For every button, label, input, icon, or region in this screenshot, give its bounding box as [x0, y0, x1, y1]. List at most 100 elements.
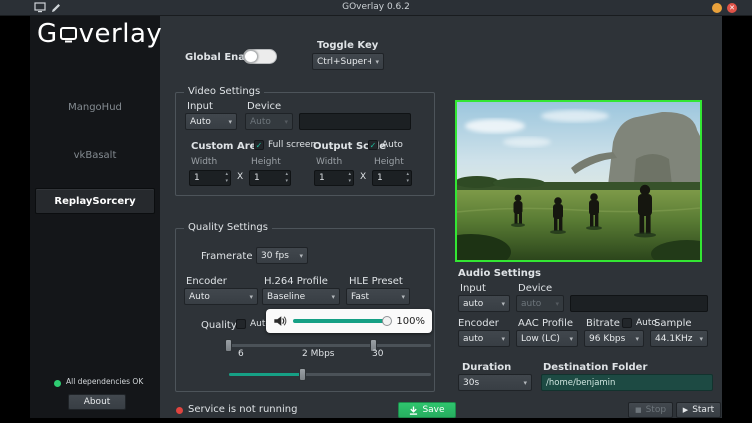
checkbox-check-icon: ✓	[254, 140, 264, 150]
stop-button[interactable]: ■ Stop	[628, 402, 673, 418]
sample-select[interactable]: 44.1KHz ▾	[650, 330, 708, 347]
audio-settings-title: Audio Settings	[458, 268, 541, 279]
window-title: GOverlay 0.6.2	[0, 2, 752, 12]
sidebar: G verlay MangoHud vkBasalt ReplaySorcery…	[30, 16, 160, 418]
preview-image	[455, 100, 702, 262]
app-logo: G verlay	[37, 19, 162, 49]
custom-height-label: Height	[251, 157, 281, 167]
chevron-down-icon: ▾	[397, 293, 405, 301]
slider-current-value: 2 Mbps	[302, 349, 334, 359]
spinner-arrows-icon[interactable]: ▴▾	[406, 171, 409, 185]
volume-popup: 100%	[266, 309, 432, 333]
chevron-down-icon: ▾	[295, 252, 303, 260]
framerate-select[interactable]: 30 fps ▾	[256, 247, 308, 264]
save-icon	[409, 406, 418, 415]
volume-slider-handle[interactable]	[382, 316, 392, 326]
chevron-down-icon: ▾	[327, 293, 335, 301]
chevron-down-icon: ▾	[519, 379, 527, 387]
audio-device-label: Device	[518, 283, 552, 294]
destination-folder-label: Destination Folder	[543, 362, 647, 373]
bitrate-slider-fill	[229, 373, 305, 376]
hle-preset-select[interactable]: Fast ▾	[346, 288, 410, 305]
quality-range-slider[interactable]	[229, 344, 431, 347]
custom-width-spinbox[interactable]: 1 ▴▾	[189, 170, 231, 186]
scale-height-spinbox[interactable]: 1 ▴▾	[372, 170, 412, 186]
dependencies-ok-dot	[54, 380, 61, 387]
bitrate-slider-handle[interactable]	[299, 368, 306, 381]
audio-input-select[interactable]: auto ▾	[458, 295, 510, 312]
play-icon: ▶	[683, 406, 688, 414]
game-scene	[457, 102, 700, 260]
custom-area-label: Custom Area	[191, 141, 263, 152]
audio-encoder-select[interactable]: auto ▾	[458, 330, 510, 347]
chevron-down-icon: ▾	[371, 58, 379, 66]
display-icon	[59, 25, 78, 45]
audio-device-field[interactable]	[570, 295, 708, 312]
audio-device-select[interactable]: auto ▾	[516, 295, 564, 312]
bitrate-auto-checkbox[interactable]: Auto	[622, 318, 657, 328]
toggle-key-label: Toggle Key	[317, 40, 378, 51]
scale-width-spinbox[interactable]: 1 ▴▾	[314, 170, 354, 186]
chevron-down-icon: ▾	[497, 300, 505, 308]
encoder-label: Encoder	[186, 276, 227, 287]
service-status-text: Service is not running	[188, 404, 297, 415]
duration-select[interactable]: 30s ▾	[458, 374, 532, 391]
chevron-down-icon: ▾	[245, 293, 253, 301]
scale-height-label: Height	[374, 157, 404, 167]
bitrate-label: Bitrate	[586, 318, 620, 329]
app-window: G verlay MangoHud vkBasalt ReplaySorcery…	[30, 16, 722, 418]
start-button[interactable]: ▶ Start	[676, 402, 721, 418]
chevron-down-icon: ▾	[631, 335, 639, 343]
global-enable-toggle[interactable]	[243, 49, 277, 64]
encoder-select[interactable]: Auto ▾	[184, 288, 258, 305]
checkbox-icon	[622, 318, 632, 328]
chevron-down-icon: ▾	[551, 300, 559, 308]
spinner-arrows-icon[interactable]: ▴▾	[285, 171, 288, 185]
spinner-arrows-icon[interactable]: ▴▾	[348, 171, 351, 185]
video-input-select[interactable]: Auto ▾	[185, 113, 237, 130]
dimension-separator: X	[360, 172, 366, 182]
checkbox-check-icon: ✓	[368, 140, 378, 150]
audio-encoder-label: Encoder	[458, 318, 499, 329]
aac-profile-label: AAC Profile	[518, 318, 573, 329]
sample-label: Sample	[654, 318, 692, 329]
framerate-label: Framerate	[201, 251, 252, 262]
video-device-field[interactable]	[299, 113, 411, 130]
speaker-icon	[273, 314, 287, 328]
video-settings-group: Video Settings Input Device Auto ▾ Auto …	[175, 92, 435, 196]
toggle-key-select[interactable]: Ctrl+Super+R ▾	[312, 53, 384, 70]
quality-settings-group: Quality Settings Framerate 30 fps ▾ Enco…	[175, 228, 435, 392]
sidebar-item-replaysorcery[interactable]: ReplaySorcery	[35, 188, 155, 214]
destination-folder-field[interactable]: /home/benjamin	[541, 374, 713, 391]
quality-settings-title: Quality Settings	[184, 222, 272, 233]
audio-input-label: Input	[460, 283, 486, 294]
volume-value: 100%	[396, 316, 425, 327]
chevron-down-icon: ▾	[565, 335, 573, 343]
close-button[interactable]: ✕	[727, 3, 737, 13]
sidebar-item-vkbasalt[interactable]: vkBasalt	[30, 150, 160, 161]
quality-range-handle-min[interactable]	[225, 339, 232, 352]
minimize-button[interactable]	[712, 3, 722, 13]
slider-max-value: 30	[372, 349, 383, 359]
about-button[interactable]: About	[68, 394, 126, 410]
h264-profile-label: H.264 Profile	[264, 276, 328, 287]
h264-profile-select[interactable]: Baseline ▾	[262, 288, 340, 305]
aac-profile-select[interactable]: Low (LC) ▾	[516, 330, 578, 347]
bitrate-slider[interactable]	[229, 373, 431, 376]
sidebar-item-mangohud[interactable]: MangoHud	[30, 102, 160, 113]
video-input-label: Input	[187, 101, 213, 112]
custom-height-spinbox[interactable]: 1 ▴▾	[249, 170, 291, 186]
chevron-down-icon: ▾	[695, 335, 703, 343]
video-settings-title: Video Settings	[184, 86, 264, 97]
save-button[interactable]: Save	[398, 402, 456, 418]
video-device-select[interactable]: Auto ▾	[245, 113, 293, 130]
bitrate-select[interactable]: 96 Kbps ▾	[584, 330, 644, 347]
dimension-separator: X	[237, 172, 243, 182]
full-screen-checkbox[interactable]: ✓ Full screen	[254, 140, 316, 150]
custom-width-label: Width	[191, 157, 217, 167]
output-scale-auto-checkbox[interactable]: ✓ Auto	[368, 140, 403, 150]
toggle-knob	[244, 50, 258, 63]
spinner-arrows-icon[interactable]: ▴▾	[225, 171, 228, 185]
titlebar: GOverlay 0.6.2 ✕	[0, 0, 752, 16]
volume-slider[interactable]	[293, 319, 390, 323]
